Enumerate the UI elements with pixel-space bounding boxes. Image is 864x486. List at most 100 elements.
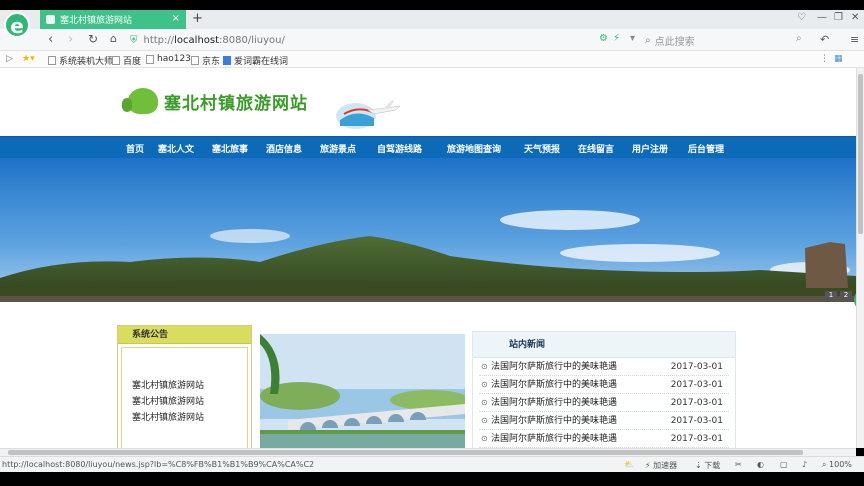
back-icon[interactable]: ‹ [48,32,53,47]
stone-bridge-image [260,334,465,448]
notice-item[interactable]: 塞北村镇旅游网站 [122,378,247,394]
nav-item-admin[interactable]: 后台管理 [688,142,724,155]
nav-item-register[interactable]: 用户注册 [632,142,668,155]
top-letterbox [0,0,864,10]
web-page: 塞北村镇旅游网站 首页 塞北人文 塞北旅事 酒店信息 旅游景点 自驾游线路 旅游… [0,68,856,448]
dropdown-icon[interactable]: ▾ [630,33,635,44]
tab-active[interactable]: 塞北村镇旅游网站 × [40,10,186,29]
download-button[interactable]: ⇣ 下载 [695,460,720,471]
bookmark-item[interactable]: 爱词霸在线词 [223,54,288,67]
bookmark-label: 系统装机大师 [59,57,114,67]
nav-item-attractions[interactable]: 旅游景点 [320,142,356,155]
minimize-icon[interactable]: — [817,12,827,23]
accelerator-button[interactable]: ⚡ 加速器 [645,460,677,471]
volume-icon[interactable]: ♪ [802,460,807,469]
news-row[interactable]: ⊙ 法国阿尔萨斯旅行中的美味艳遇 2017-03-01 [479,376,729,394]
search-engine-icon: ⌕ [645,34,651,46]
bookmark-label: 京东 [202,57,221,67]
browser-logo-icon[interactable]: e [4,12,30,38]
nav-item-driving-routes[interactable]: 自驾游线路 [377,142,422,155]
maximize-icon[interactable]: ❐ [834,12,843,23]
url-host: localhost [174,34,220,46]
url-input[interactable]: ⛨ http:// localhost :8080/liuyou/ [130,32,600,48]
nav-item-hotels[interactable]: 酒店信息 [266,142,302,155]
speed-mode-icon[interactable]: ⚡ [613,33,620,44]
tab-close-icon[interactable]: × [172,13,180,24]
news-row[interactable]: ⊙ 法国阿尔萨斯旅行中的美味艳遇 2017-03-01 [479,358,729,376]
nav-item-guestbook[interactable]: 在线留言 [578,142,614,155]
apps-icon[interactable]: ▦ [834,54,843,64]
accelerator-label: 加速器 [653,461,678,470]
cloud-icon[interactable]: ⛅ [624,460,634,469]
tab-favicon-icon [46,15,55,24]
bookmark-label: hao123 [157,54,191,64]
news-row[interactable]: ⊙ 法国阿尔萨斯旅行中的美味艳遇 2017-03-01 [479,412,729,430]
bookmark-item[interactable]: hao123 [146,54,191,64]
refresh-icon[interactable]: ↻ [88,32,98,46]
news-row[interactable]: ⊙ 法国阿尔萨斯旅行中的美味艳遇 2017-03-01 [479,430,729,448]
nav-item-map-search[interactable]: 旅游地图查询 [447,142,501,155]
news-link[interactable]: 法国阿尔萨斯旅行中的美味艳遇 [491,412,617,430]
horizontal-scrollbar[interactable] [0,448,856,456]
hero-banner[interactable]: 1 2 [0,158,856,302]
news-row[interactable]: ⊙ 法国阿尔萨斯旅行中的美味艳遇 2017-03-01 [479,394,729,412]
search-input[interactable]: ⌕ 点此搜索 [645,32,810,48]
page-icon[interactable]: ▢ [780,460,788,469]
banner-pager: 1 2 [825,291,852,300]
site-title: 塞北村镇旅游网站 [164,93,308,114]
scroll-thumb[interactable] [8,450,803,455]
close-window-icon[interactable]: ✕ [851,12,859,23]
bookmark-item[interactable]: 百度 [112,54,141,67]
search-icon[interactable]: ⌕ [796,33,802,44]
news-date: 2017-03-01 [670,434,723,444]
sidebar-toggle-icon[interactable]: ▷ [6,54,13,64]
nav-item-culture[interactable]: 塞北人文 [158,142,194,155]
more-icon[interactable]: ⋮ [820,54,829,64]
favorites-star-icon[interactable]: ★▾ [22,54,35,64]
status-bar: http://localhost:8080/liuyou/news.jsp?lb… [0,456,864,472]
notice-item[interactable]: 塞北村镇旅游网站 [122,394,247,410]
forward-icon[interactable]: › [68,32,73,47]
ie-mode-icon[interactable]: ◐ [757,460,764,469]
page-icon [48,56,56,65]
undo-icon[interactable]: ↶ [820,33,829,46]
news-link[interactable]: 法国阿尔萨斯旅行中的美味艳遇 [491,394,617,412]
news-panel: 站内新闻 ⊙ 法国阿尔萨斯旅行中的美味艳遇 2017-03-01 ⊙ 法国阿尔萨… [472,331,736,448]
page-icon [191,56,199,65]
status-url: http://localhost:8080/liuyou/news.jsp?lb… [2,460,315,469]
bullet-icon: ⊙ [481,380,488,389]
site-logo[interactable]: 塞北村镇旅游网站 [122,88,308,114]
bookmark-item[interactable]: 京东 [191,54,220,67]
zoom-control[interactable]: ⌕ 100% [822,460,852,470]
download-label: 下载 [704,461,721,470]
bullet-icon: ⊙ [481,434,488,443]
extension-icon[interactable]: ⚙ [599,33,608,44]
screenshot-icon[interactable]: ✂ [735,460,742,469]
news-link[interactable]: 法国阿尔萨斯旅行中的美味艳遇 [491,358,617,376]
news-link[interactable]: 法国阿尔萨斯旅行中的美味艳遇 [491,376,617,394]
notice-list: 塞北村镇旅游网站 塞北村镇旅游网站 塞北村镇旅游网站 [121,347,248,448]
nav-item-home[interactable]: 首页 [126,142,144,155]
bookmark-label: 百度 [123,57,142,67]
home-icon[interactable]: ⌂ [110,32,117,45]
notice-item[interactable]: 塞北村镇旅游网站 [122,410,247,426]
news-link[interactable]: 法国阿尔萨斯旅行中的美味艳遇 [491,430,617,448]
bullet-icon: ⊙ [481,362,488,371]
skin-icon[interactable]: ♡ [797,12,806,23]
scroll-thumb[interactable] [858,74,863,234]
nav-item-stories[interactable]: 塞北旅事 [212,142,248,155]
vertical-scrollbar[interactable] [856,68,864,448]
url-path: :8080/liuyou/ [219,34,285,46]
new-tab-button[interactable]: + [192,11,203,26]
tab-title: 塞北村镇旅游网站 [60,16,133,26]
bookmark-item[interactable]: 系统装机大师 [48,54,113,67]
bullet-icon: ⊙ [481,416,488,425]
banner-page-button[interactable]: 2 [840,291,852,300]
menu-icon[interactable]: ≡ [850,33,859,46]
news-date: 2017-03-01 [670,380,723,390]
banner-page-button[interactable]: 1 [825,291,837,300]
news-date: 2017-03-01 [670,362,723,372]
news-date: 2017-03-01 [670,398,723,408]
nav-item-weather[interactable]: 天气预报 [524,142,560,155]
page-icon [146,54,154,64]
